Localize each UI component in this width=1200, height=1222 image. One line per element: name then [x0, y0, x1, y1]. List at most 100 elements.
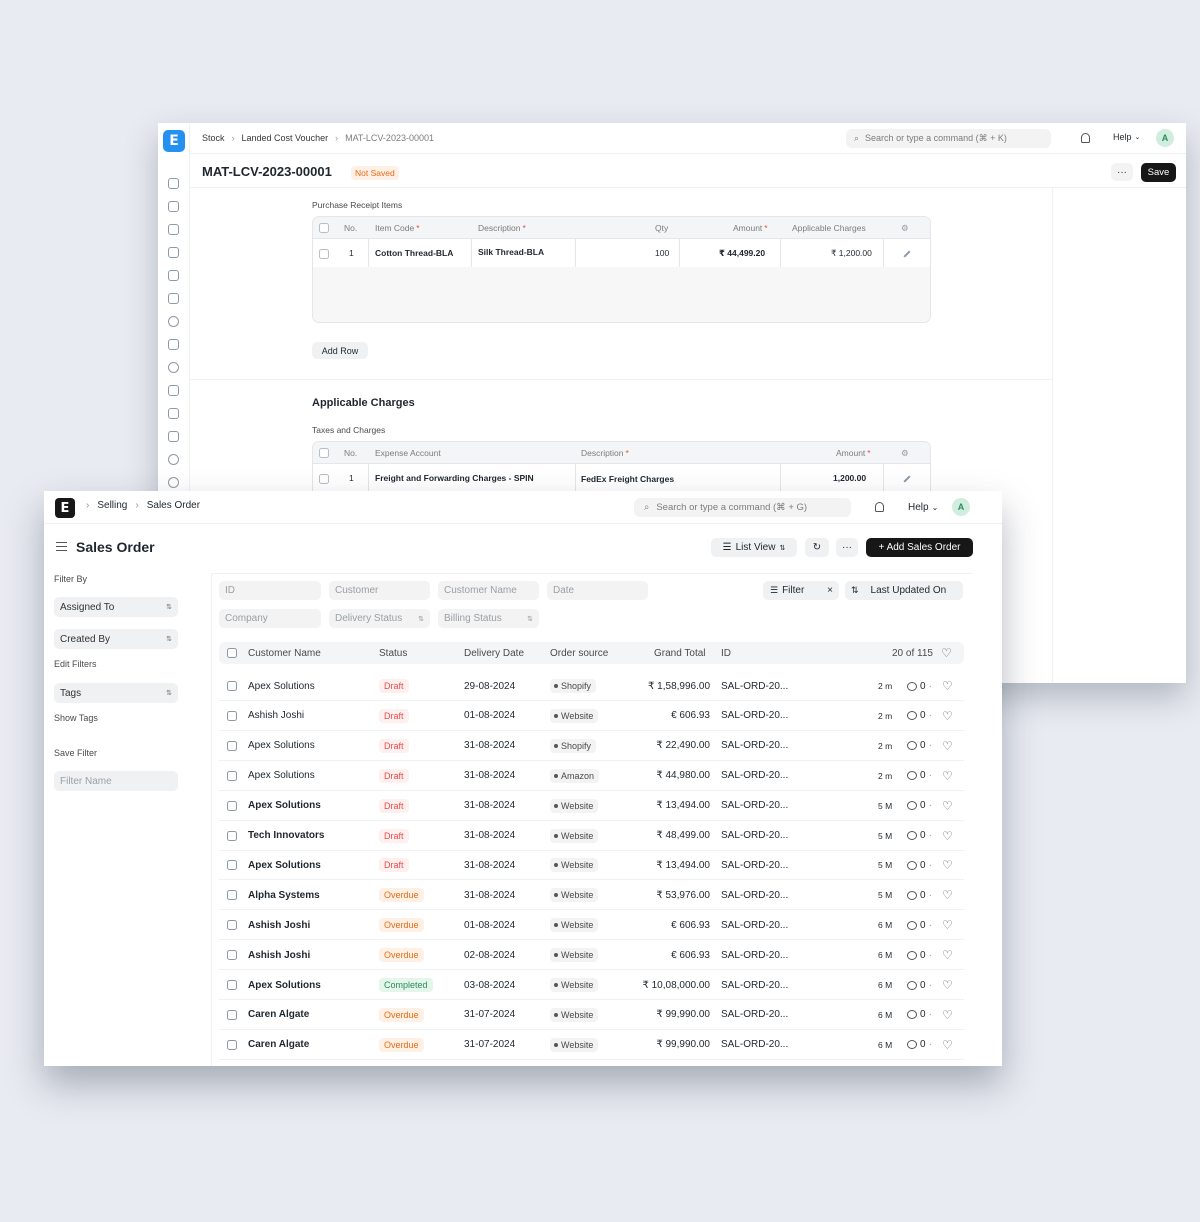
search-input[interactable]: ⌕ Search or type a command (⌘ + G) [634, 498, 851, 517]
edit-row-icon[interactable] [903, 475, 911, 483]
avatar[interactable]: A [1156, 129, 1174, 147]
customer-name[interactable]: Ashish Joshi [248, 701, 304, 731]
comment-icon[interactable] [907, 980, 917, 990]
list-row[interactable]: Ashish Joshi Overdue 01-08-2024 Website € 60… [219, 910, 964, 941]
row-checkbox[interactable] [227, 860, 237, 871]
comment-icon[interactable] [907, 950, 917, 960]
order-id[interactable]: SAL-ORD-20... [721, 880, 788, 910]
list-row[interactable]: Apex Solutions Draft 31-08-2024 Shopify ₹ 22… [219, 731, 964, 761]
shield-icon[interactable] [168, 362, 179, 373]
select-all-checkbox[interactable] [227, 648, 237, 658]
customer-name[interactable]: Ashish Joshi [248, 910, 310, 940]
save-button[interactable]: Save [1141, 163, 1176, 182]
row-checkbox[interactable] [227, 710, 237, 721]
row-checkbox[interactable] [227, 980, 237, 990]
expense-account-field[interactable]: Freight and Forwarding Charges - SPIN [375, 467, 534, 489]
row-checkbox[interactable] [319, 249, 329, 259]
row-checkbox[interactable] [227, 830, 237, 841]
database-icon[interactable] [168, 431, 179, 442]
heart-icon[interactable]: ♡ [942, 791, 953, 821]
applicable-charges-field[interactable]: ₹ 1,200.00 [831, 242, 872, 264]
help-menu[interactable]: Help ⌄ [1113, 132, 1140, 142]
heart-icon[interactable]: ♡ [942, 731, 953, 761]
list-row[interactable]: Caren Algate Overdue 31-07-2024 Website ₹ 99… [219, 1030, 964, 1060]
tools-icon[interactable] [168, 178, 179, 189]
gear-icon[interactable]: ⚙ [901, 217, 909, 239]
company-filter[interactable]: Company [219, 609, 321, 628]
qty-field[interactable]: 100 [655, 242, 669, 264]
delivery-status-filter[interactable]: Delivery Status ⇅ [329, 609, 430, 628]
card-icon[interactable] [168, 247, 179, 258]
item-code-field[interactable]: Cotton Thread-BLA [375, 242, 453, 264]
order-id[interactable]: SAL-ORD-20... [721, 970, 788, 1000]
col-id[interactable]: ID [721, 642, 731, 664]
list-row[interactable]: Caren Algate Overdue 31-07-2024 Website ₹ 99… [219, 1000, 964, 1030]
row-checkbox[interactable] [227, 1009, 237, 1020]
customer-name[interactable]: Alpha Systems [248, 880, 320, 910]
col-status[interactable]: Status [379, 642, 407, 664]
col-customer-name[interactable]: Customer Name [248, 642, 321, 664]
comment-icon[interactable] [907, 771, 917, 781]
list-row[interactable]: Ashish Joshi Draft 01-08-2024 Website € 606.… [219, 701, 964, 731]
heart-icon[interactable]: ♡ [942, 940, 953, 970]
add-row-button[interactable]: Add Row [312, 342, 368, 359]
order-id[interactable]: SAL-ORD-20... [721, 1000, 788, 1030]
help-menu[interactable]: Help ⌄ [908, 502, 938, 513]
col-grand-total[interactable]: Grand Total [654, 642, 706, 664]
order-id[interactable]: SAL-ORD-20... [721, 910, 788, 940]
description-field[interactable]: FedEx Freight Charges [581, 468, 674, 490]
edit-row-icon[interactable] [903, 250, 911, 258]
row-checkbox[interactable] [227, 920, 237, 931]
customer-name[interactable]: Ashish Joshi [248, 940, 310, 970]
filter-name-input[interactable]: Filter Name [54, 771, 178, 791]
show-tags-link[interactable]: Show Tags [54, 713, 98, 723]
comment-icon[interactable] [907, 831, 917, 840]
order-id[interactable]: SAL-ORD-20... [721, 671, 788, 701]
row-checkbox[interactable] [319, 474, 329, 484]
heart-icon[interactable]: ♡ [942, 970, 953, 1000]
list-row[interactable]: Apex Solutions Draft 31-08-2024 Website ₹ 13… [219, 850, 964, 881]
row-checkbox[interactable] [227, 950, 237, 961]
heart-icon[interactable]: ♡ [942, 701, 953, 731]
bag-icon[interactable] [168, 224, 179, 235]
add-sales-order-button[interactable]: + Add Sales Order [866, 538, 973, 557]
customer-name[interactable]: Tech Innovators [248, 821, 325, 851]
row-checkbox[interactable] [227, 890, 237, 901]
billing-status-filter[interactable]: Billing Status ⇅ [438, 609, 539, 628]
customer-name[interactable]: Caren Algate [248, 1000, 309, 1030]
edit-filters-link[interactable]: Edit Filters [54, 659, 97, 669]
heart-icon[interactable]: ♡ [942, 761, 953, 791]
heart-icon[interactable]: ♡ [942, 850, 953, 880]
order-id[interactable]: SAL-ORD-20... [721, 850, 788, 880]
order-id[interactable]: SAL-ORD-20... [721, 791, 788, 821]
row-checkbox[interactable] [227, 681, 237, 691]
date-filter[interactable]: Date [547, 581, 648, 600]
heart-icon[interactable]: ♡ [942, 671, 953, 701]
list-row[interactable]: Tech Innovators Draft 31-08-2024 Website ₹ 4… [219, 821, 964, 851]
comment-icon[interactable] [907, 801, 917, 811]
more-button[interactable]: ··· [1111, 163, 1133, 181]
list-row[interactable]: Apex Solutions Draft 31-08-2024 Amazon ₹ 44,… [219, 761, 964, 791]
sort-button[interactable]: ⇅ Last Updated On [845, 581, 963, 600]
customer-name-filter[interactable]: Customer Name [438, 581, 539, 600]
sort-icon[interactable]: ⇅ [851, 585, 859, 596]
customer-name[interactable]: Caren Algate [248, 1030, 309, 1060]
amount-field[interactable]: ₹ 44,499.20 [719, 242, 765, 264]
refresh-button[interactable]: ↻ [805, 538, 829, 557]
created-by-select[interactable]: Created By ⇅ [54, 629, 178, 649]
list-row[interactable]: Ashish Joshi Overdue 02-08-2024 Website € 60… [219, 940, 964, 971]
col-order-source[interactable]: Order source [550, 642, 608, 664]
headset-icon[interactable] [168, 477, 179, 488]
comment-icon[interactable] [907, 741, 917, 751]
col-delivery-date[interactable]: Delivery Date [464, 642, 524, 664]
gear-icon[interactable]: ⚙ [901, 442, 909, 464]
row-checkbox[interactable] [227, 800, 237, 811]
user-icon[interactable] [168, 339, 179, 350]
customer-name[interactable]: Apex Solutions [248, 671, 315, 701]
calendar-icon[interactable] [168, 270, 179, 281]
order-id[interactable]: SAL-ORD-20... [721, 821, 788, 851]
comment-icon[interactable] [907, 890, 917, 900]
id-filter[interactable]: ID [219, 581, 321, 600]
folder-icon[interactable] [168, 385, 179, 396]
more-button[interactable]: ··· [836, 538, 858, 557]
